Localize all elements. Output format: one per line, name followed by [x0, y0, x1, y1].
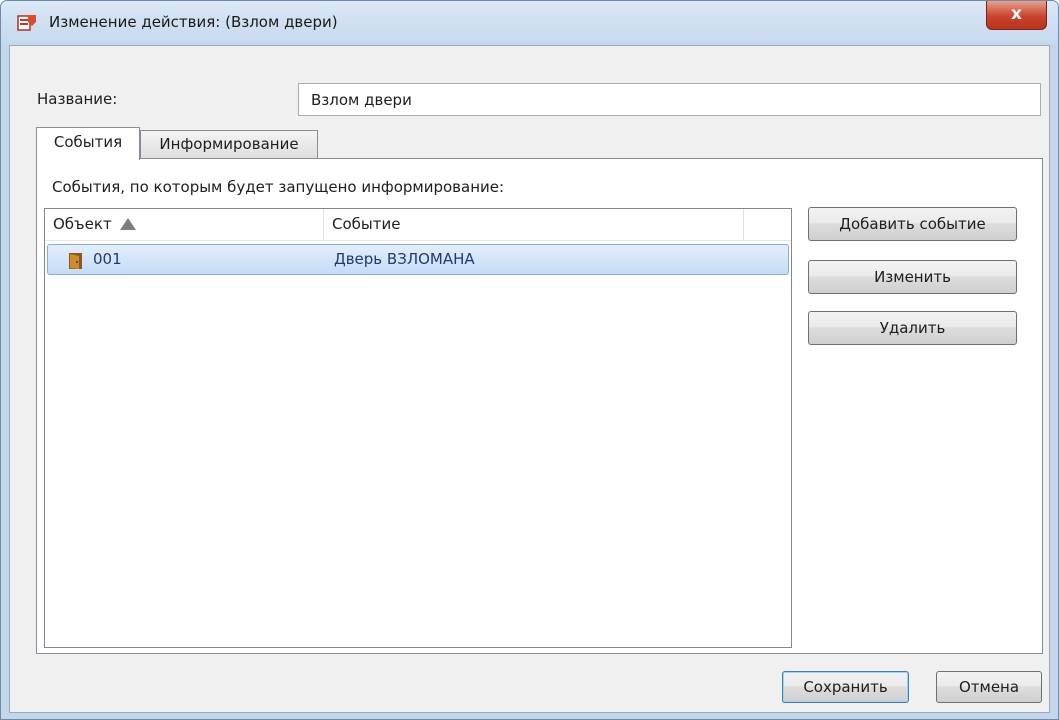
- column-object-label: Объект: [53, 215, 112, 233]
- sort-ascending-icon: [119, 218, 136, 230]
- column-header-event[interactable]: Событие: [324, 209, 744, 240]
- edit-event-button[interactable]: Изменить: [808, 260, 1017, 294]
- column-header-filler: [744, 209, 791, 240]
- column-header-object[interactable]: Объект: [45, 209, 324, 240]
- close-icon: x: [1011, 4, 1022, 24]
- name-input[interactable]: [298, 83, 1041, 116]
- name-label: Название:: [37, 90, 118, 108]
- title-bar[interactable]: Изменение действия: (Взлом двери) x: [1, 1, 1058, 45]
- column-event-label: Событие: [332, 215, 401, 233]
- table-row[interactable]: 001 Дверь ВЗЛОМАНА: [47, 244, 789, 275]
- delete-event-button[interactable]: Удалить: [808, 311, 1017, 345]
- row-object: 001: [93, 250, 122, 268]
- list-header: Объект Событие: [45, 209, 791, 241]
- door-icon: [68, 252, 84, 270]
- events-caption: События, по которым будет запущено инфор…: [52, 178, 505, 196]
- save-button[interactable]: Сохранить: [782, 671, 909, 703]
- window-title: Изменение действия: (Взлом двери): [49, 13, 338, 31]
- action-app-icon: [17, 14, 37, 32]
- cancel-button[interactable]: Отмена: [936, 671, 1042, 703]
- row-event: Дверь ВЗЛОМАНА: [334, 250, 475, 268]
- close-button[interactable]: x: [986, 1, 1047, 30]
- tab-notification[interactable]: Информирование: [140, 130, 318, 158]
- tab-events[interactable]: События: [36, 127, 140, 160]
- add-event-button[interactable]: Добавить событие: [808, 207, 1017, 241]
